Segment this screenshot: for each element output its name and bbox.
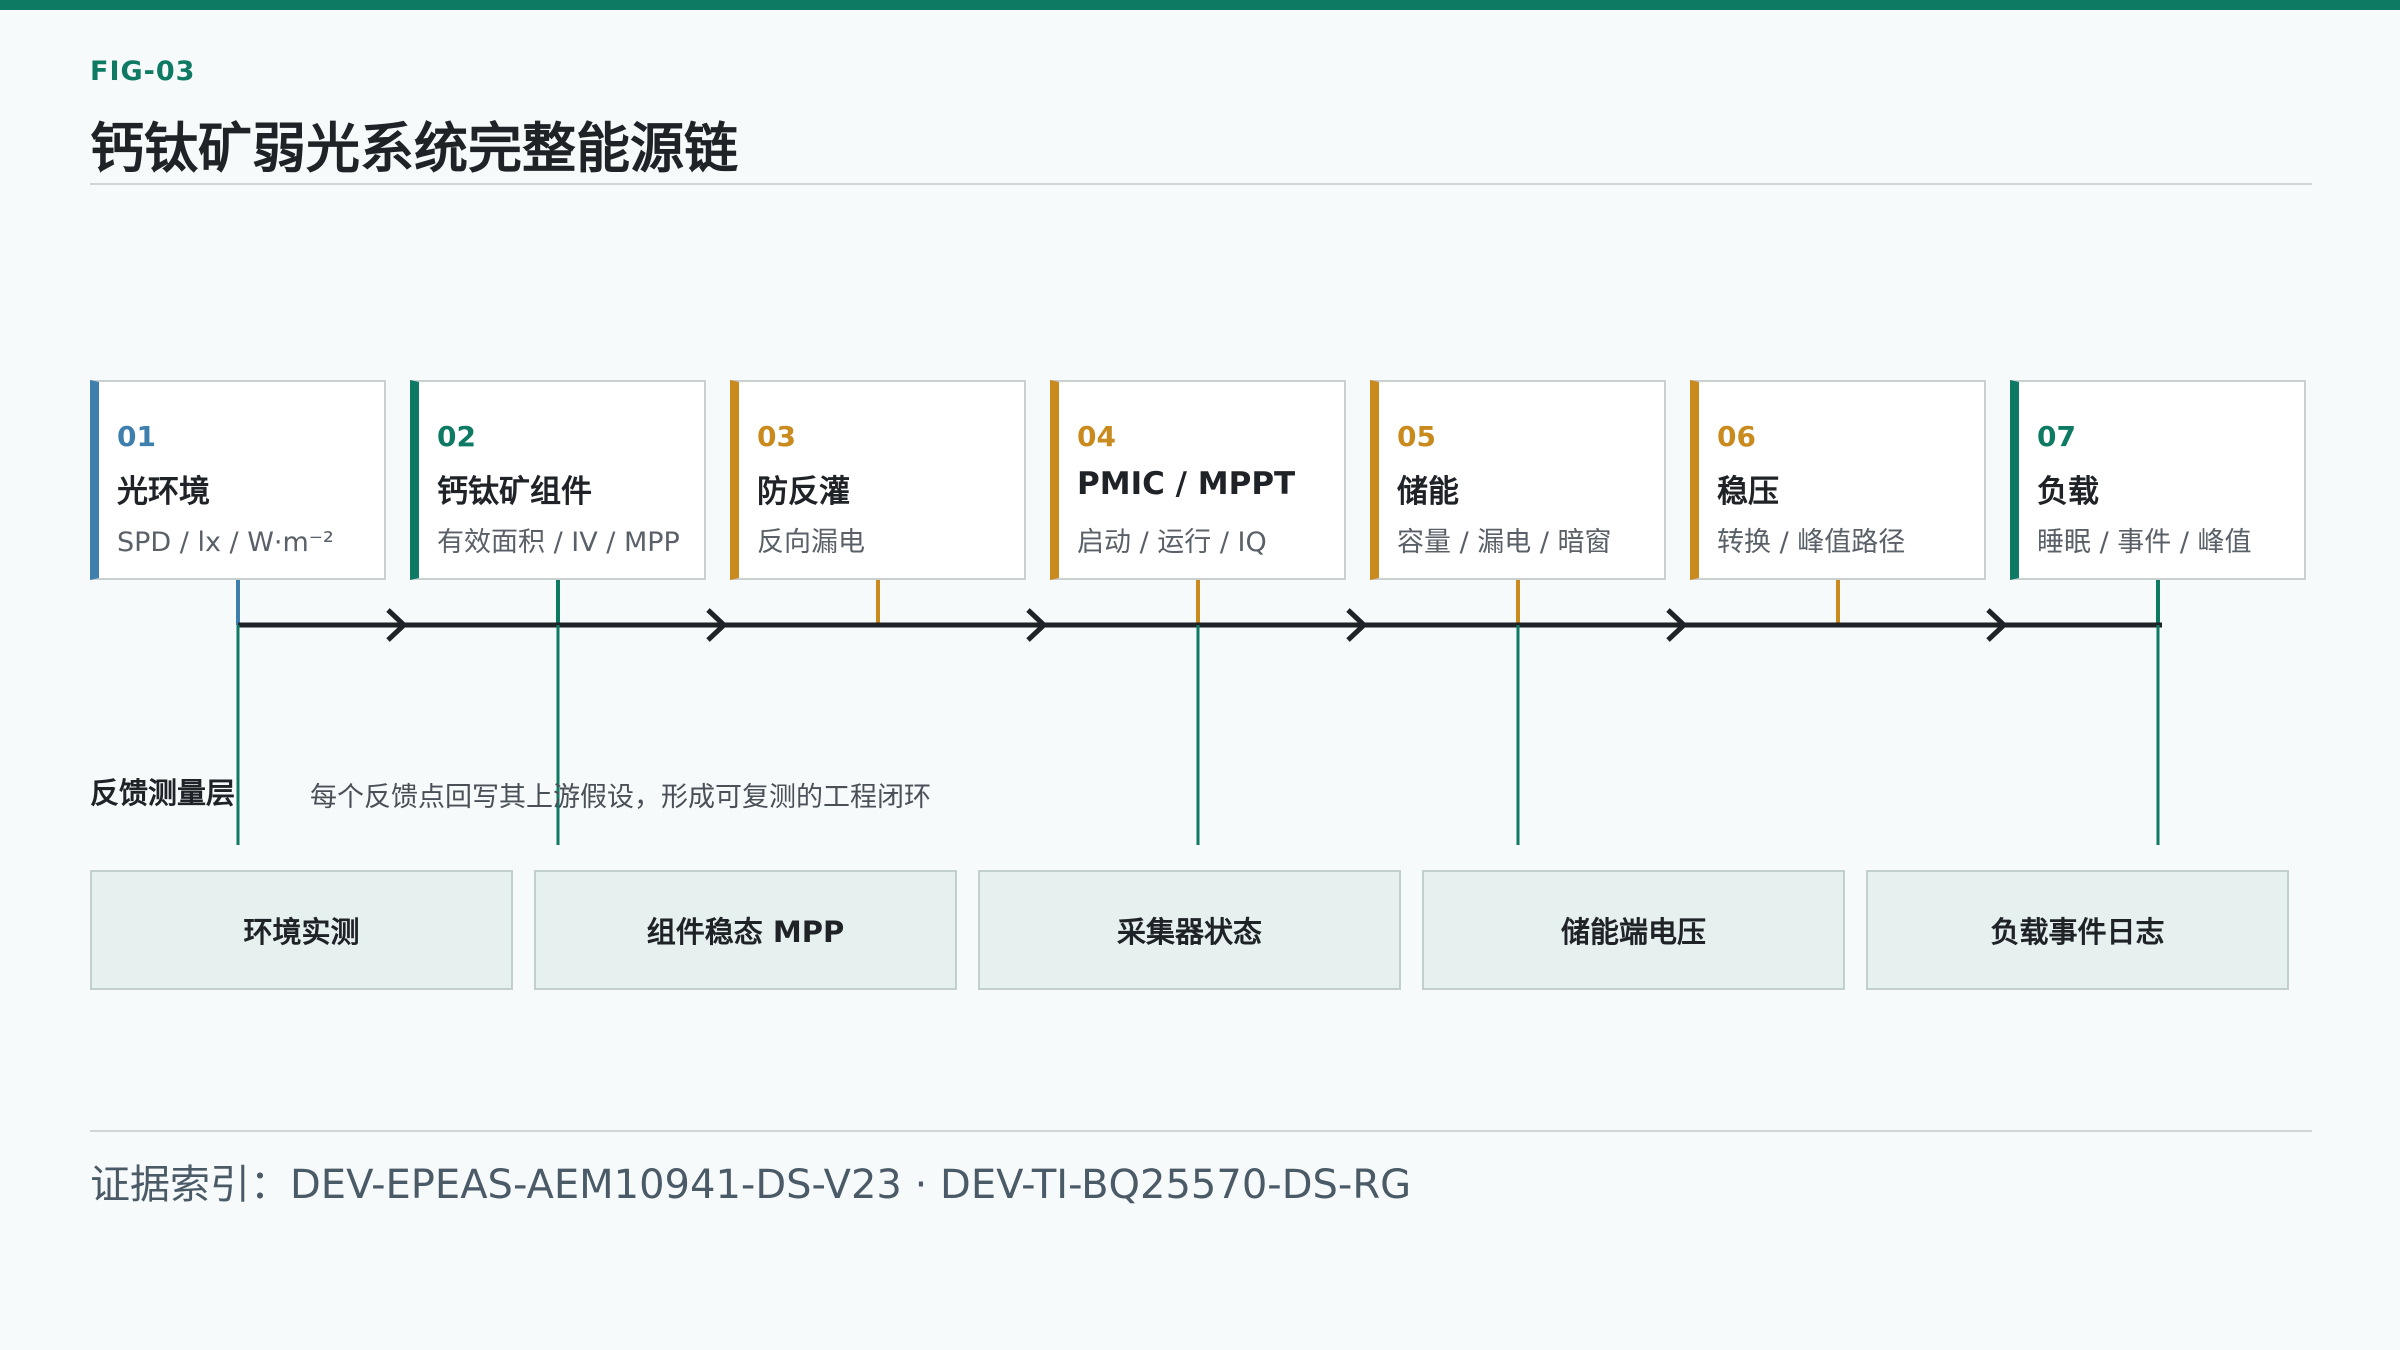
- stage-name: 钙钛矿组件: [437, 474, 592, 510]
- stage-metrics: 睡眠 / 事件 / 峰值: [2037, 527, 2252, 558]
- stage-number: 03: [757, 420, 796, 453]
- stage-03-reverse-blocking: 03 防反灌 反向漏电: [730, 380, 1026, 580]
- stage-metrics: 反向漏电: [757, 527, 865, 558]
- feedback-box-load-log: 负载事件日志: [1866, 870, 2289, 990]
- feedback-box-harvester-state: 采集器状态: [978, 870, 1401, 990]
- stage-number: 05: [1397, 420, 1436, 453]
- stage-metrics: 容量 / 漏电 / 暗窗: [1397, 527, 1612, 558]
- stage-name: 光环境: [117, 474, 210, 510]
- stage-01-light-environment: 01 光环境 SPD / lx / W·m⁻²: [90, 380, 386, 580]
- stage-name: PMIC / MPPT: [1077, 466, 1296, 502]
- stage-number: 02: [437, 420, 476, 453]
- stage-metrics: 转换 / 峰值路径: [1717, 527, 1906, 558]
- feedback-layer-title: 反馈测量层: [90, 776, 236, 810]
- stage-02-perovskite-module: 02 钙钛矿组件 有效面积 / IV / MPP: [410, 380, 706, 580]
- stage-metrics: SPD / lx / W·m⁻²: [117, 527, 334, 558]
- feedback-box-storage-voltage: 储能端电压: [1422, 870, 1845, 990]
- feedback-box-module-mpp: 组件稳态 MPP: [534, 870, 957, 990]
- feedback-layer-note: 每个反馈点回写其上游假设，形成可复测的工程闭环: [310, 782, 931, 813]
- stage-metrics: 启动 / 运行 / IQ: [1077, 527, 1267, 558]
- connector-layer: [236, 580, 2162, 845]
- stage-name: 储能: [1397, 474, 1459, 510]
- footer-divider: [90, 1130, 2312, 1132]
- stage-name: 稳压: [1717, 474, 1779, 510]
- stage-number: 04: [1077, 420, 1116, 453]
- stage-metrics: 有效面积 / IV / MPP: [437, 527, 680, 558]
- stage-number: 07: [2037, 420, 2076, 453]
- stage-number: 06: [1717, 420, 1756, 453]
- evidence-index: 证据索引：DEV-EPEAS-AEM10941-DS-V23 · DEV-TI-…: [90, 1162, 1412, 1208]
- stage-name: 防反灌: [757, 474, 850, 510]
- stage-06-regulation: 06 稳压 转换 / 峰值路径: [1690, 380, 1986, 580]
- stage-05-storage: 05 储能 容量 / 漏电 / 暗窗: [1370, 380, 1666, 580]
- stage-number: 01: [117, 420, 156, 453]
- feedback-box-environment: 环境实测: [90, 870, 513, 990]
- stage-name: 负载: [2037, 474, 2099, 510]
- stage-04-pmic-mppt: 04 PMIC / MPPT 启动 / 运行 / IQ: [1050, 380, 1346, 580]
- stage-07-load: 07 负载 睡眠 / 事件 / 峰值: [2010, 380, 2306, 580]
